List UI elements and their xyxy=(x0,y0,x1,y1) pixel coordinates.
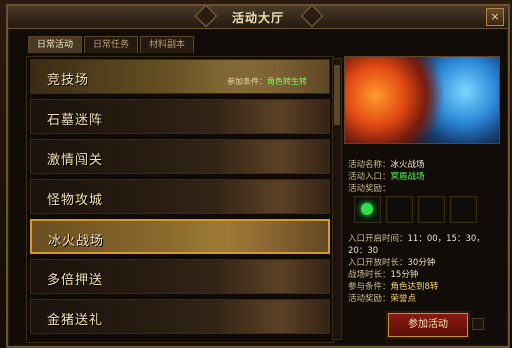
activity-row-multi-escort[interactable]: 多倍押送 xyxy=(30,259,330,294)
reward-slot-empty xyxy=(386,196,413,223)
condition-label: 参加条件： xyxy=(227,77,267,86)
tab-daily-quests[interactable]: 日常任务 xyxy=(84,36,139,53)
activity-condition: 参加条件：角色转生转 xyxy=(227,76,307,87)
condition-value: 角色转生转 xyxy=(267,77,307,86)
activity-name-label: 活动名称： xyxy=(348,160,391,170)
activity-name: 金猪送礼 xyxy=(47,313,104,328)
activity-name: 怪物攻城 xyxy=(47,193,104,208)
info-icon[interactable] xyxy=(472,318,484,330)
activity-name: 多倍押送 xyxy=(47,273,104,288)
activity-name: 石墓迷阵 xyxy=(47,113,104,128)
activity-row-golden-pig[interactable]: 金猪送礼 xyxy=(30,299,330,334)
reward-slot[interactable] xyxy=(354,196,381,223)
list-scrollbar[interactable] xyxy=(332,58,342,340)
battle-duration-label: 战场时长： xyxy=(348,270,391,280)
activity-row-ice-fire[interactable]: 冰火战场 xyxy=(30,219,330,254)
row-art xyxy=(219,140,329,173)
activity-name-value: 冰火战场 xyxy=(390,160,425,170)
activity-reward-label: 活动奖励： xyxy=(348,184,391,194)
reward-slot-empty xyxy=(450,196,477,223)
open-duration-value: 30分钟 xyxy=(407,258,436,268)
tab-daily-activities[interactable]: 日常活动 xyxy=(28,36,83,53)
row-art xyxy=(219,100,329,133)
close-button[interactable]: × xyxy=(486,8,504,26)
join-activity-button[interactable]: 参加活动 xyxy=(388,313,468,337)
activity-details-panel: 活动名称：冰火战场 活动入口：冥盾战场 活动奖励： 入口开启时间：11：00，1… xyxy=(344,56,504,341)
row-art xyxy=(219,180,329,213)
activity-hall-window: 活动大厅 × 日常活动 日常任务 材料副本 竞技场 参加条件：角色转生转 石墓迷… xyxy=(6,4,510,348)
activity-row-challenge[interactable]: 激情闯关 xyxy=(30,139,330,174)
activity-row-siege[interactable]: 怪物攻城 xyxy=(30,179,330,214)
activity-entry-link[interactable]: 冥盾战场 xyxy=(391,172,425,182)
activity-name: 激情闯关 xyxy=(47,153,104,168)
participation-condition-value: 角色达到8转 xyxy=(390,282,439,292)
row-art xyxy=(219,260,329,293)
row-art xyxy=(218,221,328,252)
row-art xyxy=(219,300,329,333)
open-duration-label: 入口开放时长： xyxy=(348,258,408,268)
rewards-value: 荣誉点 xyxy=(390,294,417,304)
gem-icon xyxy=(361,203,373,215)
open-time-label: 入口开启时间： xyxy=(348,234,408,244)
reward-slot-empty xyxy=(418,196,445,223)
activity-preview-image xyxy=(344,56,500,144)
activity-entry-label: 活动入口： xyxy=(348,172,391,182)
reward-slots xyxy=(354,196,477,223)
rewards-label: 活动奖励： xyxy=(348,294,391,304)
tab-bar: 日常活动 日常任务 材料副本 xyxy=(28,36,195,54)
activity-name: 竞技场 xyxy=(47,73,90,88)
tab-material-dungeon[interactable]: 材料副本 xyxy=(140,36,195,53)
activity-row-stone-maze[interactable]: 石墓迷阵 xyxy=(30,99,330,134)
titlebar: 活动大厅 × xyxy=(8,4,508,29)
battle-duration-value: 15分钟 xyxy=(390,270,419,280)
activity-name: 冰火战场 xyxy=(48,234,105,249)
activity-list: 竞技场 参加条件：角色转生转 石墓迷阵 激情闯关 怪物攻城 冰火战场 多倍押送 xyxy=(26,56,334,343)
activity-row-arena[interactable]: 竞技场 参加条件：角色转生转 xyxy=(30,59,330,94)
activity-info: 活动名称：冰火战场 活动入口：冥盾战场 活动奖励： 入口开启时间：11：00，1… xyxy=(348,159,502,305)
close-icon: × xyxy=(490,10,500,23)
participation-condition-label: 参与条件： xyxy=(348,282,391,292)
window-title: 活动大厅 xyxy=(231,11,284,25)
scrollbar-thumb[interactable] xyxy=(334,65,340,125)
